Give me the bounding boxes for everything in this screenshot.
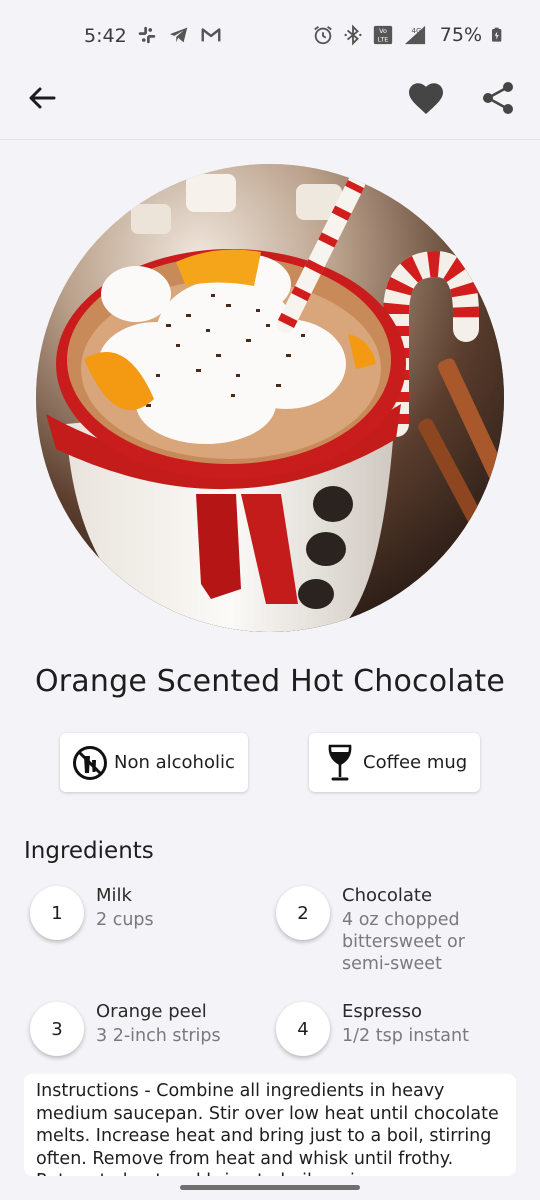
battery-percent: 75% [439, 24, 482, 46]
recipe-image [36, 164, 504, 632]
ingredients-heading: Ingredients [24, 838, 154, 864]
heart-icon[interactable] [408, 82, 444, 116]
telegram-icon [169, 27, 188, 43]
ingredient-name: Orange peel [96, 1001, 207, 1022]
battery-charging-icon [492, 27, 502, 42]
ingredient-number: 3 [30, 1002, 84, 1056]
ingredient-quantity: 2 cups [96, 910, 154, 930]
alcoholic-label: Non alcoholic [114, 752, 235, 773]
home-indicator[interactable] [180, 1185, 360, 1190]
glass-chip: Coffee mug [309, 733, 480, 792]
alcoholic-chip: Non alcoholic [60, 733, 248, 792]
app-bar [0, 72, 540, 140]
signal-4g-icon: 4G [404, 25, 425, 45]
ingredient-name: Espresso [342, 1001, 423, 1022]
ingredient-name: Chocolate [342, 885, 433, 906]
volte-icon: VoLTE [373, 25, 392, 45]
ingredient-quantity: 3 2-inch strips [96, 1026, 221, 1046]
status-bar: 5:42 Vo LTE 4G 75% [0, 0, 540, 72]
svg-text:Vo: Vo [379, 27, 387, 35]
svg-text:LTE: LTE [377, 35, 388, 43]
system-icons: Vo LTE 4G 75% [312, 24, 506, 46]
hot-chocolate-illustration [36, 164, 504, 632]
wine-glass-icon [328, 744, 352, 780]
alarm-icon [313, 26, 332, 45]
svg-text:4G: 4G [411, 26, 422, 35]
ingredient-number: 1 [30, 886, 84, 940]
recipe-title: Orange Scented Hot Chocolate [34, 664, 506, 699]
ingredient-number: 2 [276, 886, 330, 940]
ingredient-name: Milk [96, 885, 132, 906]
ingredient-quantity: 1/2 tsp instant [342, 1026, 469, 1046]
slack-icon [138, 26, 156, 44]
notification-icons [136, 24, 222, 46]
status-time: 5:42 [84, 25, 127, 47]
share-icon[interactable] [481, 81, 515, 115]
ingredient-number: 4 [276, 1002, 330, 1056]
gmail-icon [201, 28, 221, 42]
ingredient-quantity: 4 oz chopped bittersweet or semi-sweet [342, 910, 465, 974]
back-arrow-icon[interactable] [26, 82, 58, 114]
bluetooth-icon [344, 24, 362, 46]
no-alcohol-icon [73, 745, 107, 780]
glass-label: Coffee mug [363, 752, 468, 773]
instructions-card: Instructions - Combine all ingredients i… [24, 1074, 516, 1176]
